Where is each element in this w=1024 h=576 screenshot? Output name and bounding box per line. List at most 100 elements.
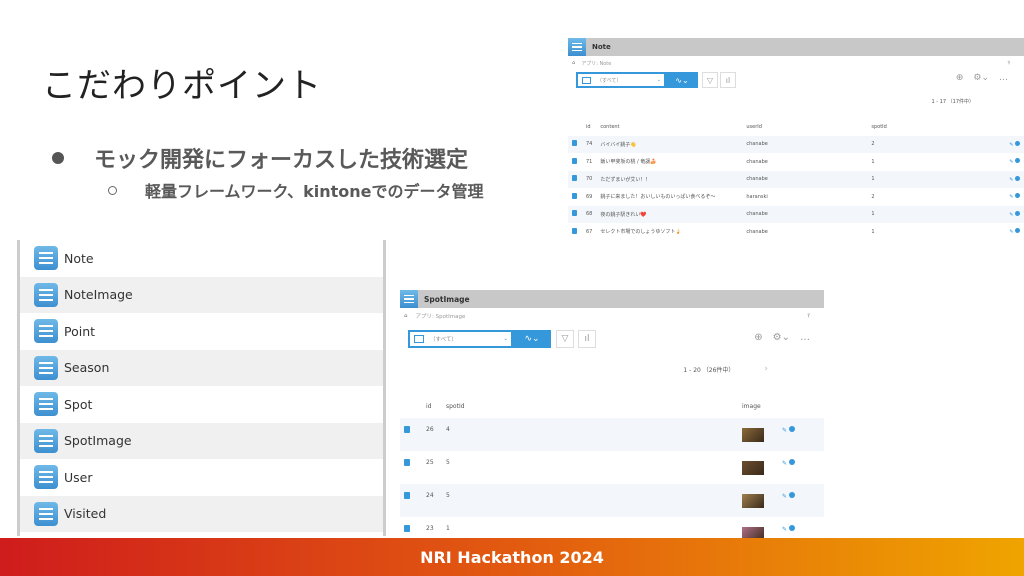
record-menu-icon[interactable] [788, 492, 795, 498]
slide-title: こだわりポイント [42, 66, 322, 106]
pin-icon[interactable]: ⫯ [808, 313, 810, 320]
record-icon[interactable] [404, 492, 410, 499]
pagination: 1 - 17 （17件中） [932, 98, 974, 105]
record-icon[interactable] [404, 459, 410, 466]
view-select[interactable]: （すべて） ⌄ [408, 330, 513, 348]
pagination-text: 1 - 17 （17件中） [931, 99, 974, 105]
table-row[interactable]: 74 バイバイ銚子👋 chanabe 2 ✎ [568, 135, 1024, 153]
pencil-icon[interactable]: ✎ [782, 526, 787, 533]
filter-button[interactable]: ▽ [556, 330, 574, 348]
table-view-icon [582, 76, 591, 84]
table-row[interactable]: 24 5 ✎ [400, 484, 824, 517]
app-list-item[interactable]: Point [20, 313, 383, 350]
record-menu-icon[interactable] [788, 525, 795, 531]
record-menu-icon[interactable] [1015, 193, 1020, 199]
home-icon[interactable]: ⌂ [404, 313, 408, 319]
record-icon[interactable] [572, 175, 577, 182]
table-row[interactable]: 23 1 ✎ [400, 517, 824, 538]
app-list-item[interactable]: SpotImage [20, 422, 383, 459]
cell-content: 夜の銚子駅きれい❤️ [596, 205, 743, 223]
table-row[interactable]: 69 銚子に来ました！おいしいものいっぱい食べるぞ〜 haranski 2 ✎ [568, 188, 1024, 206]
chart-icon: ıl [725, 75, 731, 85]
pencil-icon[interactable]: ✎ [782, 460, 787, 467]
next-page-icon[interactable]: › [764, 364, 768, 374]
pencil-icon[interactable]: ✎ [1009, 229, 1013, 235]
record-menu-icon[interactable] [1015, 210, 1020, 216]
image-thumbnail[interactable] [742, 494, 764, 508]
record-menu-icon[interactable] [1015, 140, 1020, 146]
table-row[interactable]: 26 4 ✎ [400, 418, 824, 451]
app-name: NoteImage [64, 287, 133, 303]
more-icon[interactable]: … [999, 73, 1008, 83]
pencil-icon[interactable]: ✎ [782, 493, 787, 500]
record-menu-icon[interactable] [1015, 175, 1020, 181]
app-list-item[interactable]: Season [20, 349, 383, 386]
table-header-row: id content userId spotId [568, 118, 1024, 136]
chart-button[interactable]: ıl [578, 330, 596, 348]
column-header[interactable]: image [738, 394, 778, 418]
column-header[interactable]: id [422, 394, 442, 418]
pagination-text: 1 - 20 （26件中） [683, 366, 735, 374]
app-icon [34, 428, 58, 453]
pencil-icon[interactable]: ✎ [1009, 159, 1013, 165]
records-table: id spotId image 26 4 ✎ 25 5 ✎ 24 5 ✎ 23 … [400, 394, 824, 538]
filter-button[interactable]: ▽ [702, 72, 718, 88]
record-menu-icon[interactable] [788, 459, 795, 465]
record-menu-icon[interactable] [1015, 158, 1020, 164]
cell-content: 銚子に来ました！おいしいものいっぱい食べるぞ〜 [600, 194, 716, 201]
plus-icon[interactable]: ⊕ [956, 73, 964, 83]
column-header[interactable]: id [582, 118, 596, 136]
app-list-item[interactable]: Note [20, 240, 383, 277]
app-list-item[interactable]: NoteImage [20, 276, 383, 313]
app-list-item[interactable]: User [20, 459, 383, 496]
gear-icon[interactable]: ⚙⌄ [773, 332, 790, 343]
breadcrumb-text[interactable]: アプリ: SpotImage [416, 312, 466, 320]
breadcrumb-text[interactable]: アプリ: Note [581, 60, 611, 67]
view-select[interactable]: （すべて） ⌄ [576, 72, 666, 88]
home-icon[interactable]: ⌂ [572, 60, 575, 66]
image-thumbnail[interactable] [742, 428, 764, 442]
record-icon[interactable] [404, 525, 410, 532]
record-icon[interactable] [572, 210, 577, 217]
graph-select[interactable]: ∿⌄ [513, 330, 551, 348]
column-header[interactable]: content [596, 118, 742, 136]
record-icon[interactable] [404, 426, 410, 433]
column-header[interactable]: spotId [867, 118, 992, 136]
pencil-icon[interactable]: ✎ [1009, 212, 1013, 218]
plus-icon[interactable]: ⊕ [754, 332, 762, 343]
record-menu-icon[interactable] [788, 426, 795, 432]
record-icon[interactable] [572, 157, 577, 164]
bullet-sub: 軽量フレームワーク、kintoneでのデータ管理 [108, 178, 483, 202]
bullet-main-text: モック開発にフォーカスした技術選定 [94, 148, 469, 173]
image-thumbnail[interactable] [742, 461, 764, 475]
pencil-icon[interactable]: ✎ [1009, 177, 1013, 183]
app-icon [34, 319, 58, 344]
record-icon[interactable] [572, 227, 577, 234]
pencil-icon[interactable]: ✎ [782, 427, 787, 434]
cell-id: 68 [582, 205, 597, 223]
cell-content: 飯い甲斐坂の桃 / 竜譲🍰 [600, 159, 657, 166]
pin-icon[interactable]: ⫯ [1008, 60, 1010, 66]
image-thumbnail[interactable] [742, 527, 764, 538]
breadcrumb: ⌂ アプリ: SpotImage ⫯ [400, 308, 824, 324]
pencil-icon[interactable]: ✎ [1009, 194, 1013, 200]
column-header[interactable]: userId [742, 118, 867, 136]
table-row[interactable]: 25 5 ✎ [400, 451, 824, 484]
table-row[interactable]: 71 飯い甲斐坂の桃 / 竜譲🍰 chanabe 1 ✎ [568, 153, 1024, 171]
table-row[interactable]: 67 セレクト市場でのしょうゆソフト🍦 chanabe 1 ✎ [568, 223, 1024, 238]
graph-select[interactable]: ∿⌄ [666, 72, 698, 88]
gear-icon[interactable]: ⚙⌄ [973, 73, 989, 83]
pencil-icon[interactable]: ✎ [1009, 142, 1013, 148]
table-row[interactable]: 70 ただずまいが艾い！！ chanabe 1 ✎ [568, 170, 1024, 188]
column-header[interactable]: spotId [442, 394, 738, 418]
app-list-item[interactable]: Visited [20, 495, 383, 532]
chart-button[interactable]: ıl [720, 72, 736, 88]
more-icon[interactable]: … [800, 332, 810, 343]
record-icon[interactable] [572, 140, 577, 147]
table-row[interactable]: 68 夜の銚子駅きれい❤️ chanabe 1 ✎ [568, 205, 1024, 223]
cell-spotid: 5 [442, 484, 738, 517]
cell-spotid: 2 [867, 135, 993, 153]
app-list-item[interactable]: Spot [20, 386, 383, 423]
record-icon[interactable] [572, 192, 577, 199]
record-menu-icon[interactable] [1015, 228, 1020, 234]
